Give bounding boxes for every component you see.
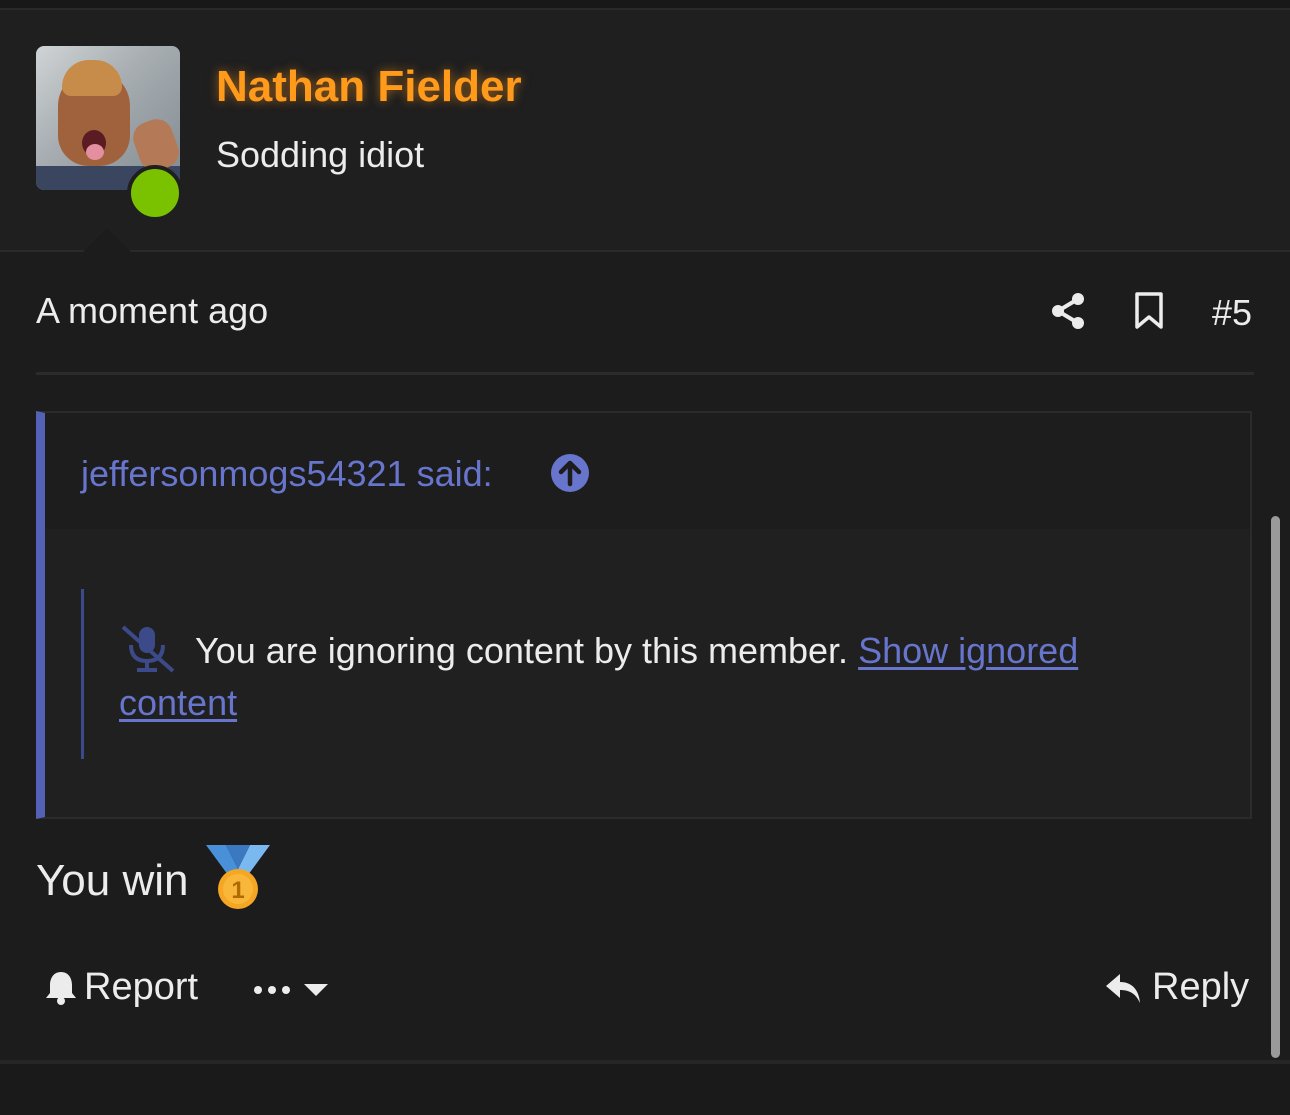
top-divider — [0, 0, 1290, 10]
reply-icon — [1106, 973, 1140, 1003]
author-user-title: Sodding idiot — [216, 134, 425, 175]
ignored-content-notice: You are ignoring content by this member.… — [119, 625, 1159, 729]
next-post-area — [0, 1064, 1290, 1115]
quote-header: jeffersonmogs54321 said: — [45, 413, 1250, 529]
more-dots-icon — [254, 986, 290, 994]
post-timestamp[interactable]: A moment ago — [36, 290, 268, 332]
first-place-medal-icon: 1 — [206, 845, 270, 909]
reply-button[interactable]: Reply — [1104, 966, 1249, 1009]
share-icon[interactable] — [1050, 292, 1086, 330]
ignored-content-bar — [81, 589, 84, 759]
meta-divider — [36, 372, 1254, 375]
bookmark-icon[interactable] — [1134, 292, 1164, 330]
quote-author-link[interactable]: jeffersonmogs54321 said: — [81, 453, 493, 495]
header-pointer — [75, 228, 139, 260]
avatar-hair — [62, 60, 122, 96]
report-button[interactable]: Report — [44, 966, 198, 1009]
post-number-link[interactable]: #5 — [1212, 292, 1252, 334]
thread-page: Nathan Fielder Sodding idiot A moment ag… — [0, 0, 1290, 1115]
scrollbar[interactable] — [1271, 516, 1280, 1058]
online-status-indicator — [127, 165, 183, 221]
report-label: Report — [84, 966, 199, 1008]
avatar-tongue — [86, 144, 104, 160]
chevron-down-icon — [304, 984, 328, 996]
quote-block: jeffersonmogs54321 said: You are ignorin… — [36, 411, 1252, 819]
bell-icon — [46, 971, 76, 1005]
reply-label: Reply — [1152, 966, 1250, 1008]
mute-icon — [121, 625, 175, 673]
ignored-message: You are ignoring content by this member. — [195, 630, 849, 671]
post-body-text: You win — [36, 856, 189, 905]
svg-text:1: 1 — [231, 877, 244, 904]
arrow-up-circle-icon[interactable] — [550, 453, 590, 493]
more-options-button[interactable] — [252, 970, 330, 1010]
author-username[interactable]: Nathan Fielder — [216, 62, 522, 112]
post-user-header: Nathan Fielder Sodding idiot — [0, 10, 1290, 260]
